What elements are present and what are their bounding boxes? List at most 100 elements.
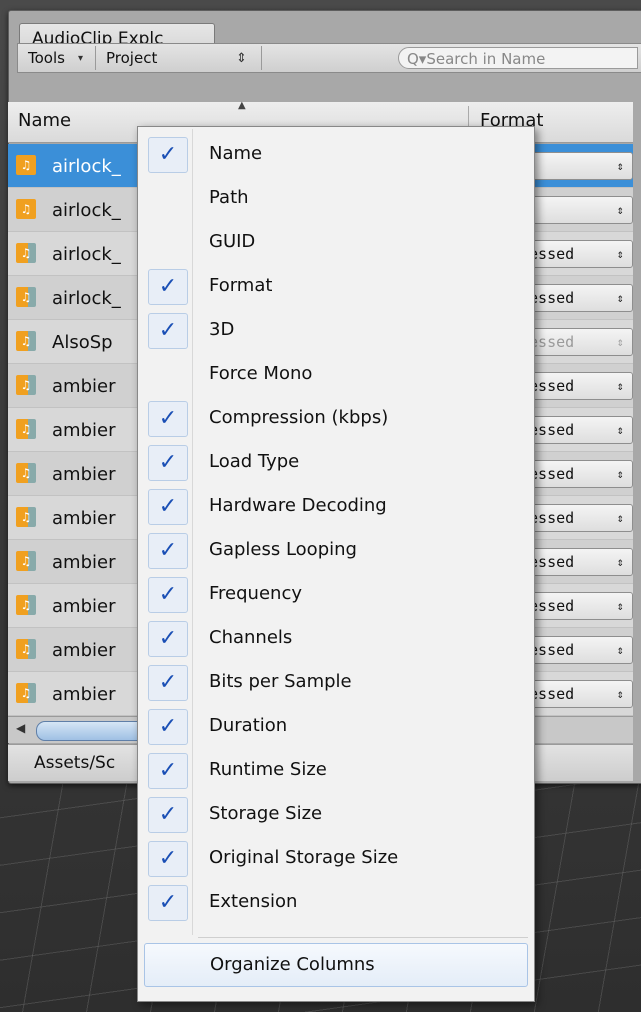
row-name: ambier bbox=[52, 684, 116, 705]
up-down-arrows-icon: ⇕ bbox=[616, 159, 624, 173]
menu-item-label: Original Storage Size bbox=[209, 847, 399, 868]
up-down-arrows-icon: ⇕ bbox=[616, 467, 624, 481]
menu-item-label: Runtime Size bbox=[209, 759, 327, 780]
menu-item-path[interactable]: Path bbox=[138, 177, 534, 221]
up-down-arrows-icon: ⇕ bbox=[616, 511, 624, 525]
menu-item-label: Channels bbox=[209, 627, 293, 648]
menu-item-duration[interactable]: ✓ Duration bbox=[138, 705, 534, 749]
audio-multi-icon: ♫ bbox=[16, 463, 36, 483]
menu-item-label: Frequency bbox=[209, 583, 302, 604]
row-name: airlock_ bbox=[52, 200, 121, 221]
up-down-arrows-icon: ⇕ bbox=[616, 379, 624, 393]
checkmark-icon: ✓ bbox=[148, 533, 188, 569]
menu-item-label: GUID bbox=[209, 231, 256, 252]
audio-multi-icon: ♫ bbox=[16, 243, 36, 263]
project-dropdown[interactable]: Project ⇕ bbox=[96, 46, 262, 70]
menu-item-original-storage-size[interactable]: ✓ Original Storage Size bbox=[138, 837, 534, 881]
checkmark-icon: ✓ bbox=[148, 621, 188, 657]
up-down-arrows-icon: ⇕ bbox=[616, 643, 624, 657]
row-name: AlsoSp bbox=[52, 332, 113, 353]
row-name: ambier bbox=[52, 596, 116, 617]
up-down-arrows-icon: ⇕ bbox=[616, 687, 624, 701]
chevron-down-icon: ▾ bbox=[78, 53, 84, 64]
scroll-left-icon[interactable]: ◀ bbox=[16, 721, 25, 735]
search-placeholder: Q▾Search in Name bbox=[407, 50, 546, 68]
menu-item-force-mono[interactable]: Force Mono bbox=[138, 353, 534, 397]
audio-multi-icon: ♫ bbox=[16, 507, 36, 527]
audio-multi-icon: ♫ bbox=[16, 419, 36, 439]
checkmark-icon: ✓ bbox=[148, 577, 188, 613]
search-input[interactable]: Q▾Search in Name bbox=[398, 47, 638, 69]
audio-multi-icon: ♫ bbox=[16, 639, 36, 659]
up-down-arrows-icon: ⇕ bbox=[236, 51, 247, 66]
row-name: airlock_ bbox=[52, 288, 121, 309]
row-name: airlock_ bbox=[52, 156, 121, 177]
checkmark-icon: ✓ bbox=[148, 885, 188, 921]
checkmark-icon: ✓ bbox=[148, 313, 188, 349]
up-down-arrows-icon: ⇕ bbox=[616, 555, 624, 569]
audio-icon: ♫ bbox=[16, 155, 36, 175]
menu-item-compression-kbps[interactable]: ✓ Compression (kbps) bbox=[138, 397, 534, 441]
audio-multi-icon: ♫ bbox=[16, 331, 36, 351]
menu-item-bits-per-sample[interactable]: ✓ Bits per Sample bbox=[138, 661, 534, 705]
menu-item-channels[interactable]: ✓ Channels bbox=[138, 617, 534, 661]
tools-dropdown[interactable]: Tools ▾ bbox=[18, 46, 96, 70]
menu-item-label: Compression (kbps) bbox=[209, 407, 389, 428]
asset-path: Assets/Sc bbox=[34, 753, 116, 773]
menu-item-load-type[interactable]: ✓ Load Type bbox=[138, 441, 534, 485]
menu-separator bbox=[198, 937, 528, 938]
menu-item-gapless-looping[interactable]: ✓ Gapless Looping bbox=[138, 529, 534, 573]
checkmark-icon: ✓ bbox=[148, 753, 188, 789]
menu-item-label: 3D bbox=[209, 319, 235, 340]
menu-item-hardware-decoding[interactable]: ✓ Hardware Decoding bbox=[138, 485, 534, 529]
checkmark-icon: ✓ bbox=[148, 709, 188, 745]
audio-multi-icon: ♫ bbox=[16, 375, 36, 395]
up-down-arrows-icon: ⇕ bbox=[616, 247, 624, 261]
audio-multi-icon: ♫ bbox=[16, 595, 36, 615]
organize-columns-menu-item[interactable]: Organize Columns bbox=[144, 943, 528, 987]
menu-item-label: Duration bbox=[209, 715, 288, 736]
checkmark-icon: ✓ bbox=[148, 665, 188, 701]
menu-item-3d[interactable]: ✓ 3D bbox=[138, 309, 534, 353]
menu-item-label: Extension bbox=[209, 891, 298, 912]
up-down-arrows-icon: ⇕ bbox=[616, 203, 624, 217]
row-name: ambier bbox=[52, 508, 116, 529]
tools-label: Tools bbox=[28, 49, 65, 67]
row-name: airlock_ bbox=[52, 244, 121, 265]
menu-item-extension[interactable]: ✓ Extension bbox=[138, 881, 534, 925]
sort-ascending-icon: ▲ bbox=[238, 100, 246, 111]
audio-multi-icon: ♫ bbox=[16, 287, 36, 307]
row-name: ambier bbox=[52, 420, 116, 441]
menu-item-storage-size[interactable]: ✓ Storage Size bbox=[138, 793, 534, 837]
menu-item-name[interactable]: ✓ Name bbox=[138, 133, 534, 177]
up-down-arrows-icon: ⇕ bbox=[616, 423, 624, 437]
menu-item-format[interactable]: ✓ Format bbox=[138, 265, 534, 309]
menu-item-runtime-size[interactable]: ✓ Runtime Size bbox=[138, 749, 534, 793]
checkmark-icon: ✓ bbox=[148, 797, 188, 833]
row-name: ambier bbox=[52, 464, 116, 485]
menu-item-guid[interactable]: GUID bbox=[138, 221, 534, 265]
checkmark-icon: ✓ bbox=[148, 489, 188, 525]
checkmark-icon: ✓ bbox=[148, 841, 188, 877]
menu-item-label: Name bbox=[209, 143, 263, 164]
menu-item-label: Bits per Sample bbox=[209, 671, 352, 692]
menu-item-label: Force Mono bbox=[209, 363, 313, 384]
column-context-menu: Organize Columns ✓ Name Path GUID ✓ Format ✓ 3D… bbox=[137, 126, 535, 1002]
checkmark-icon: ✓ bbox=[148, 401, 188, 437]
menu-item-frequency[interactable]: ✓ Frequency bbox=[138, 573, 534, 617]
row-name: ambier bbox=[52, 552, 116, 573]
audio-icon: ♫ bbox=[16, 199, 36, 219]
checkmark-icon: ✓ bbox=[148, 137, 188, 173]
checkmark-icon: ✓ bbox=[148, 269, 188, 305]
project-label: Project bbox=[106, 49, 158, 67]
menu-item-label: Load Type bbox=[209, 451, 300, 472]
column-header-name[interactable]: Name bbox=[18, 110, 71, 131]
menu-item-label: Hardware Decoding bbox=[209, 495, 387, 516]
row-name: ambier bbox=[52, 376, 116, 397]
toolbar: Tools ▾ Project ⇕ Q▾Search in Name bbox=[17, 43, 641, 73]
audio-multi-icon: ♫ bbox=[16, 683, 36, 703]
menu-item-label: Gapless Looping bbox=[209, 539, 357, 560]
row-name: ambier bbox=[52, 640, 116, 661]
menu-item-label: Storage Size bbox=[209, 803, 323, 824]
menu-item-label: Format bbox=[209, 275, 273, 296]
